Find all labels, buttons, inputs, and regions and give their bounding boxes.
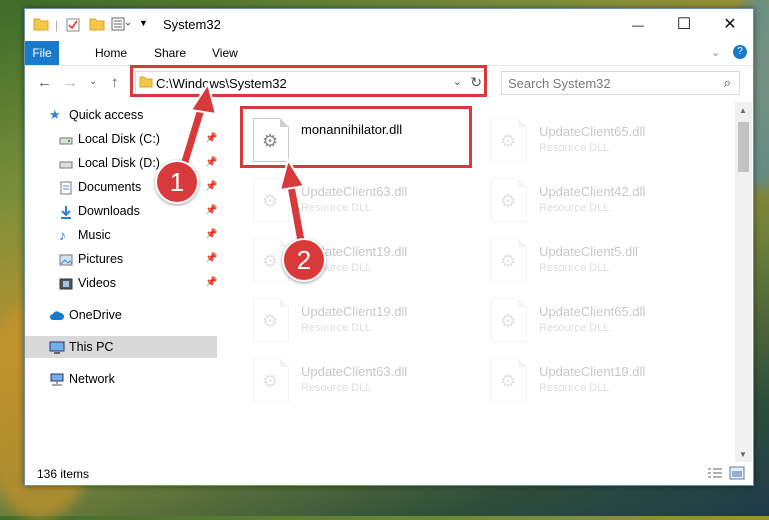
step-1-badge: 1 <box>155 160 199 204</box>
step-2-badge: 2 <box>282 238 326 282</box>
annotation-arrows <box>174 81 309 258</box>
